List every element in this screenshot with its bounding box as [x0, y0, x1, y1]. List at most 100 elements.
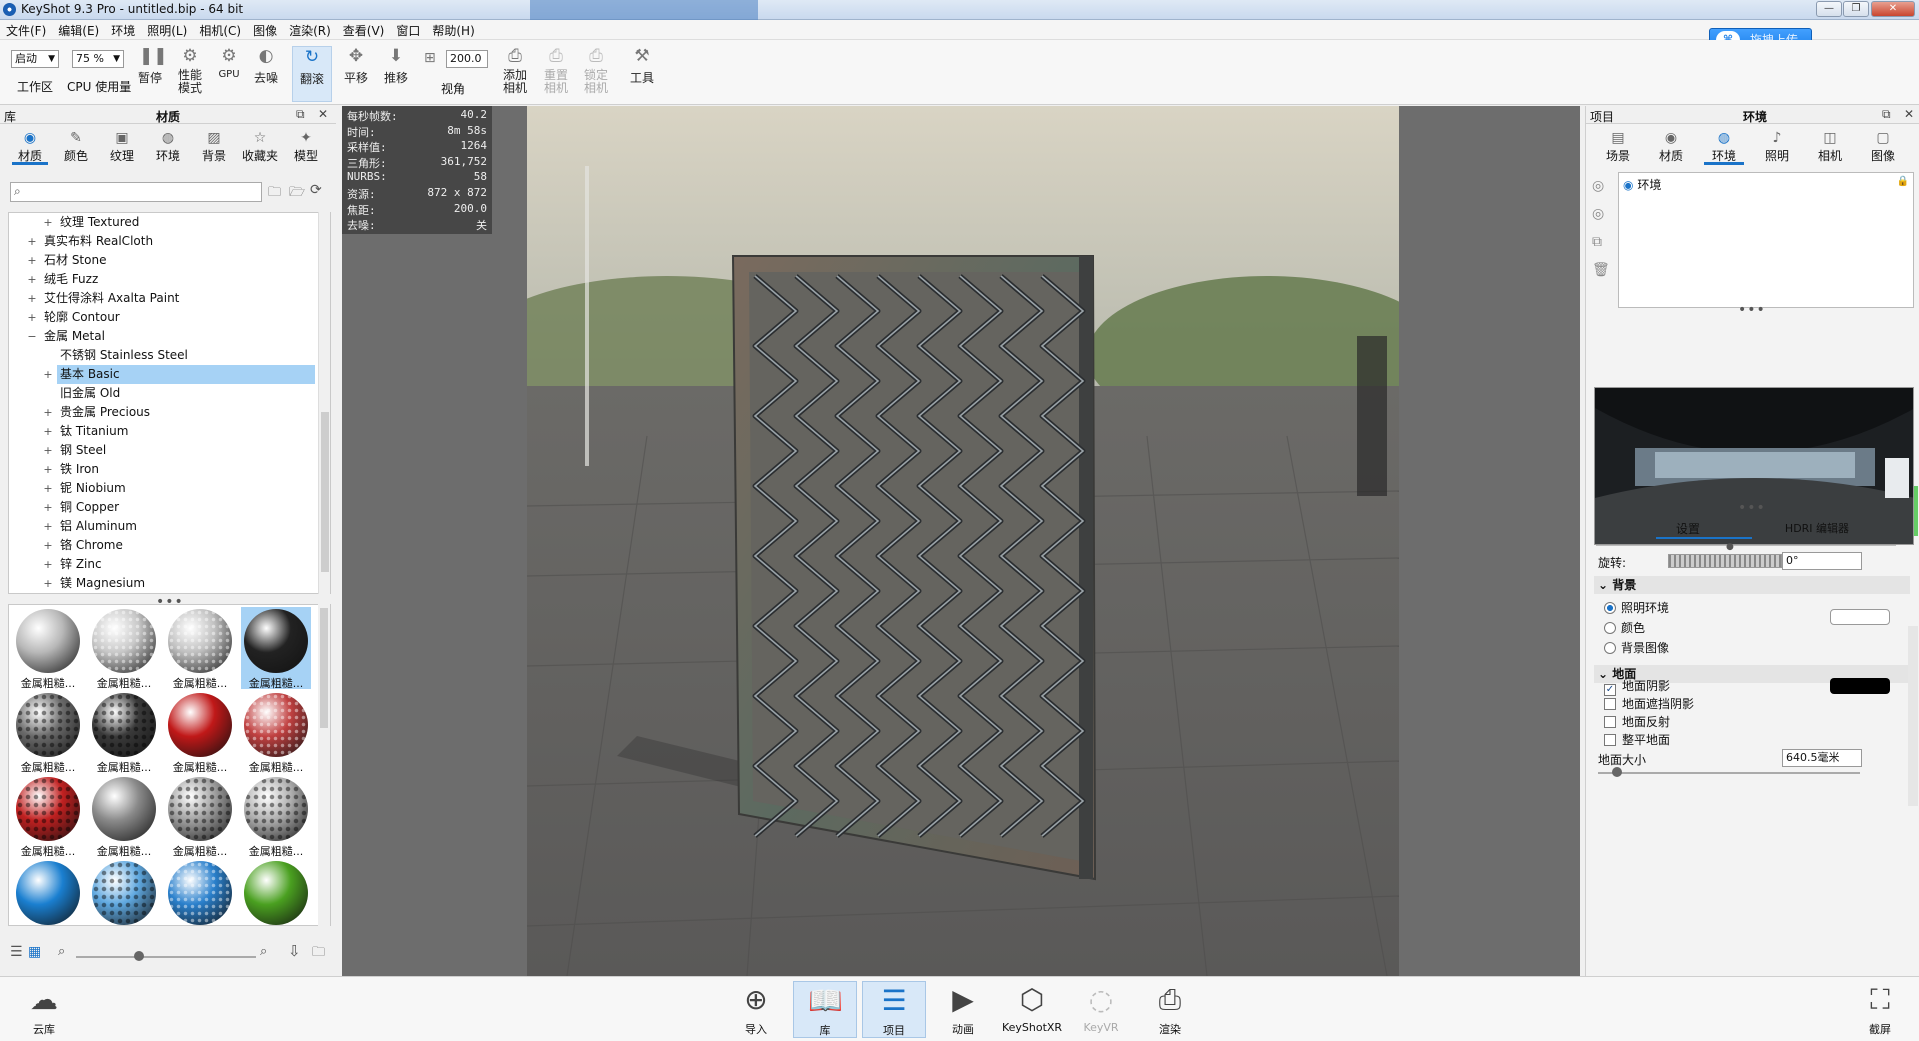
expand-toggle-icon[interactable]: + [43, 365, 53, 384]
material-thumbnail[interactable]: 金属粗糙... [241, 775, 311, 858]
tree-item[interactable]: + 基本 Basic [9, 365, 319, 384]
library-tab[interactable]: ✎ 颜色 [54, 130, 98, 164]
tree-item[interactable]: + 铁 Iron [9, 460, 319, 479]
splitter-handle[interactable]: ••• [1738, 302, 1766, 318]
folder-icon[interactable]: 🗀 [312, 943, 325, 965]
expand-toggle-icon[interactable]: + [43, 536, 53, 555]
tumble-button[interactable]: ↻ 翻滚 [292, 46, 332, 102]
lock-icon[interactable]: 🔒 [1897, 176, 1909, 187]
splitter-arrow-icon[interactable]: ● [1726, 542, 1734, 552]
tree-item[interactable]: − 金属 Metal [9, 327, 319, 346]
checkbox[interactable] [1604, 698, 1616, 710]
list-view-icon[interactable]: ☰ [10, 944, 23, 960]
tree-item[interactable]: 不锈钢 Stainless Steel [9, 346, 319, 365]
tree-item[interactable]: + 贵金属 Precious [9, 403, 319, 422]
screenshot-button[interactable]: ⛶ 截屏 [1848, 981, 1912, 1038]
tree-item[interactable]: + 锌 Zinc [9, 555, 319, 574]
expand-toggle-icon[interactable]: + [43, 422, 53, 441]
menu-item[interactable]: 相机(C) [193, 20, 247, 39]
material-thumbnail[interactable]: 金属粗糙... [241, 691, 311, 774]
gpu-button[interactable]: ⚙ GPU [214, 46, 244, 102]
zoom-out-icon[interactable]: ⌕ [58, 944, 65, 959]
library-button[interactable]: 📖 库 [793, 981, 857, 1038]
project-tab[interactable]: ◍ 环境 [1702, 130, 1746, 164]
project-tab[interactable]: ♪ 照明 [1755, 130, 1799, 164]
tree-item[interactable]: + 镁 Magnesium [9, 574, 319, 593]
grid-view-icon[interactable]: ▦ [28, 944, 41, 960]
reset-camera-button[interactable]: ⎙ 重置 相机 [538, 46, 574, 102]
tree-item[interactable]: + 钛 Titanium [9, 422, 319, 441]
tree-item[interactable]: 旧金属 Old [9, 384, 319, 403]
expand-toggle-icon[interactable]: + [27, 270, 37, 289]
material-thumbnail[interactable]: 金属粗糙... [165, 859, 235, 925]
tree-item[interactable]: + 纹理 Textured [9, 213, 319, 232]
ground-option[interactable]: 地面反射 [1604, 714, 1670, 730]
tree-item[interactable]: + 艾仕得涂料 Axalta Paint [9, 289, 319, 308]
project-button[interactable]: ☰ 项目 [862, 981, 926, 1038]
tree-item[interactable]: + 石材 Stone [9, 251, 319, 270]
duplicate-environment-icon[interactable]: ◎ [1592, 200, 1610, 228]
project-tab[interactable]: ◫ 相机 [1808, 130, 1852, 164]
radio-button[interactable] [1604, 622, 1616, 634]
rendered-scene[interactable] [527, 106, 1399, 976]
tree-item[interactable]: + 绒毛 Fuzz [9, 270, 319, 289]
float-panel-icon[interactable]: ⧉ [1882, 107, 1891, 122]
checkbox[interactable]: ✓ [1604, 684, 1616, 696]
keyshotxr-button[interactable]: ⬡ KeyShotXR [1000, 981, 1064, 1038]
expand-toggle-icon[interactable]: + [43, 574, 53, 593]
expand-toggle-icon[interactable]: + [43, 213, 53, 232]
pan-button[interactable]: ✥ 平移 [338, 46, 374, 102]
ground-option[interactable]: 整平地面 [1604, 732, 1670, 748]
environment-settings-icon[interactable]: ⧉ [1592, 228, 1610, 256]
material-thumbnail[interactable]: 金属粗糙... [13, 607, 83, 690]
project-tab[interactable]: ▢ 图像 [1861, 130, 1905, 164]
menu-item[interactable]: 图像 [247, 20, 283, 39]
cpu-usage-select[interactable]: 75 % ▼ [72, 50, 124, 68]
library-tab[interactable]: ◉ 材质 [8, 130, 52, 164]
expand-toggle-icon[interactable]: + [43, 498, 53, 517]
library-tab[interactable]: ✦ 模型 [284, 130, 328, 164]
fov-input[interactable]: 200.0 [446, 50, 488, 68]
expand-toggle-icon[interactable]: + [27, 289, 37, 308]
menu-item[interactable]: 编辑(E) [52, 20, 105, 39]
close-panel-icon[interactable]: ✕ [1904, 107, 1914, 121]
menu-item[interactable]: 渲染(R) [283, 20, 337, 39]
material-thumbnail[interactable]: 金属粗糙... [13, 691, 83, 774]
denoise-button[interactable]: ◐ 去噪 [250, 46, 282, 102]
expand-toggle-icon[interactable]: + [27, 232, 37, 251]
expand-toggle-icon[interactable]: + [43, 403, 53, 422]
ground-shadow-color-swatch[interactable] [1830, 678, 1890, 694]
float-panel-icon[interactable]: ⧉ [296, 107, 305, 122]
thumbnail-size-slider[interactable] [76, 956, 256, 958]
material-thumbnail[interactable]: 金属粗糙... [89, 691, 159, 774]
library-tab[interactable]: ▣ 纹理 [100, 130, 144, 164]
close-panel-icon[interactable]: ✕ [318, 107, 328, 121]
keyvr-button[interactable]: ◌ KeyVR [1069, 981, 1133, 1038]
library-search-input[interactable]: ⌕ [10, 182, 262, 202]
render-button[interactable]: ⎙ 渲染 [1138, 981, 1202, 1038]
rotation-input[interactable]: 0° [1782, 552, 1862, 570]
tree-item[interactable]: + 铌 Niobium [9, 479, 319, 498]
radio-button[interactable] [1604, 642, 1616, 654]
material-thumbnail[interactable]: 金属粗糙... [165, 775, 235, 858]
expand-toggle-icon[interactable]: + [43, 479, 53, 498]
workspace-select[interactable]: 启动 ▼ [11, 50, 59, 68]
add-camera-button[interactable]: ⎙ 添加 相机 [497, 46, 533, 102]
ground-size-slider-handle[interactable] [1612, 767, 1622, 777]
tools-button[interactable]: ⚒ 工具 [624, 46, 660, 102]
material-thumbnail[interactable]: 金属粗糙... [89, 607, 159, 690]
menu-item[interactable]: 环境 [105, 20, 141, 39]
expand-toggle-icon[interactable]: + [43, 555, 53, 574]
animation-button[interactable]: ▶ 动画 [931, 981, 995, 1038]
menu-item[interactable]: 窗口 [390, 20, 426, 39]
background-color-swatch[interactable] [1830, 609, 1890, 625]
material-thumbnail[interactable]: 金属粗糙... [13, 859, 83, 925]
menu-item[interactable]: 文件(F) [0, 20, 52, 39]
refresh-icon[interactable]: ⟳ [310, 182, 322, 198]
folder-add-icon[interactable]: 🗁 [289, 183, 305, 205]
zoom-in-icon[interactable]: ⌕ [260, 944, 267, 959]
dolly-button[interactable]: ⬇ 推移 [378, 46, 414, 102]
expand-toggle-icon[interactable]: + [27, 251, 37, 270]
ground-size-slider[interactable] [1598, 772, 1860, 774]
expand-toggle-icon[interactable]: − [27, 327, 37, 346]
